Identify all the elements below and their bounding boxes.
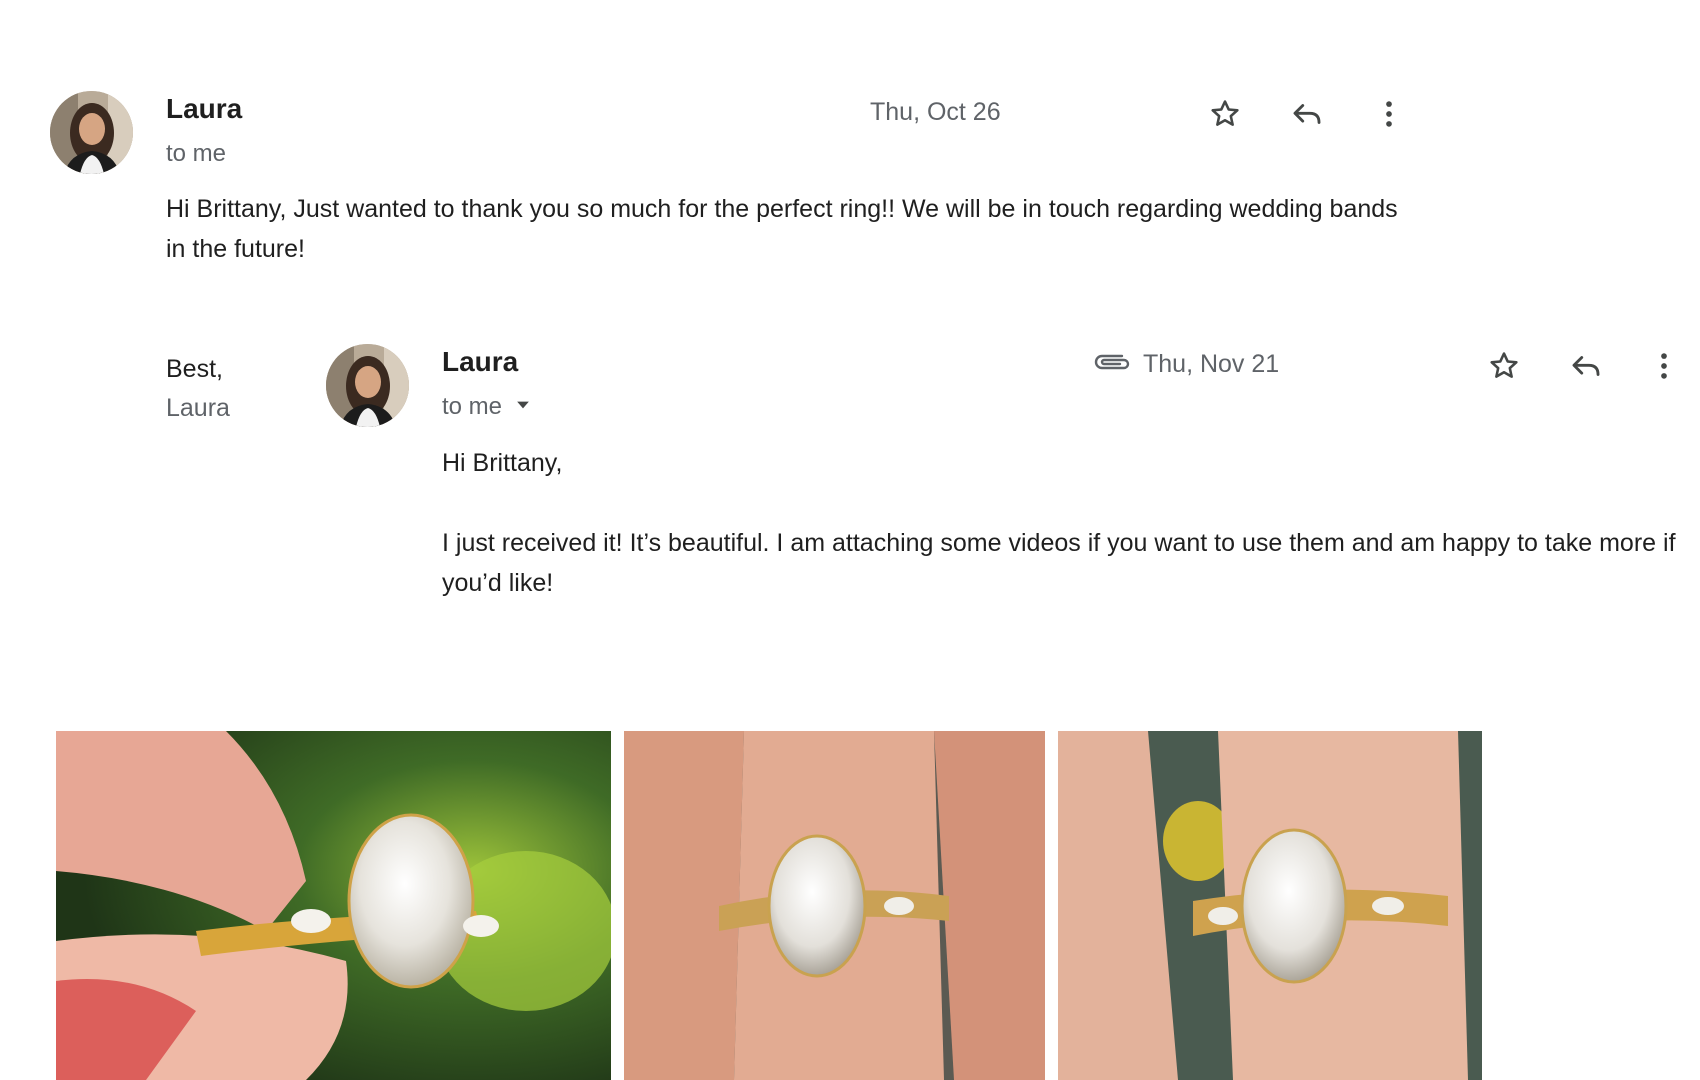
- recipient-label: to me: [442, 393, 503, 420]
- message-body: Hi Brittany, Just wanted to thank you so…: [166, 195, 1398, 263]
- message-body: I just received it! It’s beautiful. I am…: [442, 529, 1676, 597]
- recipient-label: to me: [166, 140, 227, 167]
- star-button[interactable]: [1203, 92, 1247, 136]
- message-date: Thu, Oct 26: [870, 98, 1001, 126]
- reply-button[interactable]: [1285, 92, 1329, 136]
- reply-icon: [1293, 104, 1321, 124]
- sender-avatar[interactable]: [50, 91, 133, 174]
- attachment-thumbnail-2[interactable]: [624, 731, 1045, 1080]
- sender-avatar[interactable]: [326, 344, 409, 427]
- signoff-text: Best,: [166, 355, 223, 383]
- star-button[interactable]: [1482, 344, 1526, 388]
- more-vert-icon: [1386, 101, 1392, 127]
- attachment-thumbnail-3[interactable]: [1058, 731, 1482, 1080]
- message-greeting: Hi Brittany,: [442, 449, 563, 477]
- attachment-thumbnail-1[interactable]: [56, 731, 611, 1080]
- more-options-button[interactable]: [1367, 92, 1411, 136]
- more-vert-icon: [1661, 353, 1667, 379]
- caret-down-icon: [517, 401, 529, 409]
- recipient-details-button[interactable]: [505, 385, 541, 425]
- sender-name[interactable]: Laura: [166, 93, 242, 125]
- message-date: Thu, Nov 21: [1143, 350, 1280, 378]
- star-icon: [1211, 100, 1239, 126]
- attachment-indicator: [1092, 346, 1130, 381]
- reply-button[interactable]: [1564, 344, 1608, 388]
- sender-name[interactable]: Laura: [442, 346, 518, 378]
- signature-text: Laura: [166, 394, 230, 422]
- paperclip-icon: [1094, 354, 1130, 370]
- reply-icon: [1572, 356, 1600, 376]
- more-options-button[interactable]: [1644, 344, 1684, 388]
- star-icon: [1490, 352, 1518, 378]
